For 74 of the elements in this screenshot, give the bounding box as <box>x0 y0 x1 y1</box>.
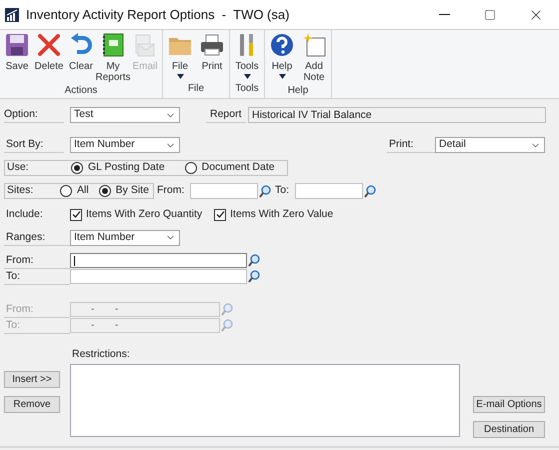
note-icon <box>301 32 327 58</box>
checkbox[interactable] <box>70 208 82 221</box>
bar-chart-icon <box>4 6 20 22</box>
magnifier-icon <box>248 270 260 284</box>
ribbon-button[interactable]: Add Note <box>299 30 329 83</box>
magnifier-icon <box>248 254 260 268</box>
ribbon-group-label: Help <box>286 84 310 98</box>
lookup-button[interactable] <box>363 184 377 198</box>
ribbon-button[interactable]: Tools <box>232 30 262 81</box>
help-icon <box>269 32 295 58</box>
ribbon-button[interactable]: Clear <box>66 30 96 83</box>
radio-label: GL Posting Date <box>88 160 165 176</box>
radio-label: Document Date <box>202 160 275 176</box>
radio-button[interactable] <box>71 162 83 174</box>
checkmark-icon <box>216 210 225 220</box>
input-field[interactable] <box>70 269 247 284</box>
checkmark-icon <box>72 210 80 220</box>
magnifier-icon <box>364 184 376 198</box>
dropdown-arrow-icon <box>278 74 286 79</box>
ribbon-button[interactable]: My Reports <box>98 30 128 83</box>
form-button[interactable]: Remove <box>4 396 60 413</box>
input-field[interactable] <box>295 183 363 199</box>
ribbon-button[interactable]: File <box>165 30 195 81</box>
ribbon-group-label: Actions <box>64 84 98 98</box>
delete-icon <box>36 32 62 58</box>
minimize-icon <box>438 14 450 15</box>
ribbon-button[interactable]: Print <box>197 30 227 81</box>
lookup-button[interactable] <box>247 269 261 284</box>
disabled-field: - - <box>70 302 220 318</box>
form-button[interactable]: Insert >> <box>4 370 60 388</box>
input-field[interactable] <box>70 253 247 268</box>
report-field: Historical IV Trial Balance <box>248 107 546 123</box>
field-label: Report <box>206 107 246 123</box>
maximize-icon <box>484 8 496 20</box>
field-label: Sites: <box>7 183 34 198</box>
radio-button[interactable] <box>184 162 197 174</box>
dropdown[interactable]: Test <box>70 107 180 123</box>
form-button[interactable]: Destination <box>473 420 545 438</box>
radio-button[interactable] <box>60 185 72 197</box>
magnifier-icon <box>221 319 233 332</box>
radio-label: All <box>77 183 89 198</box>
ribbon-button[interactable]: Help <box>267 30 297 83</box>
field-label: From: <box>156 183 186 198</box>
field-label: To: <box>274 183 290 198</box>
ribbon-button[interactable]: Delete <box>34 30 64 83</box>
checkbox-label: Items With Zero Value <box>230 207 334 222</box>
disabled-field: - - <box>70 318 220 334</box>
lookup-button[interactable] <box>247 253 261 268</box>
lookup-button[interactable] <box>258 184 272 198</box>
dropdown[interactable]: Detail <box>435 137 545 153</box>
field-label: Sort By: <box>4 137 64 153</box>
book-icon <box>100 32 126 58</box>
field-label: Option: <box>4 107 64 123</box>
field-label: Use: <box>7 160 30 176</box>
dropdown-arrow-icon <box>176 74 184 79</box>
checkbox-label: Items With Zero Quantity <box>86 207 202 222</box>
radio-button[interactable] <box>98 185 111 197</box>
ribbon-group-label: Tools <box>234 82 260 96</box>
printer-icon <box>199 32 225 58</box>
window-title: Inventory Activity Report Options - TWO (sa) <box>26 6 290 24</box>
magnifier-icon <box>259 184 271 198</box>
ribbon-group-label: File <box>186 82 206 96</box>
dropdown[interactable]: Item Number <box>70 230 180 246</box>
ribbon-button[interactable]: Save <box>2 30 32 83</box>
radio-label: By Site <box>116 183 149 198</box>
magnifier-icon <box>221 303 233 316</box>
input-field[interactable] <box>190 183 258 199</box>
form-button[interactable]: E-mail Options <box>473 396 545 413</box>
field-label: Include: <box>5 207 44 222</box>
restrictions-list[interactable] <box>70 364 460 436</box>
checkbox[interactable] <box>214 208 226 221</box>
dropdown-arrow-icon <box>244 74 250 79</box>
field-label: Restrictions: <box>71 346 131 362</box>
dropdown[interactable]: Item Number <box>70 137 180 153</box>
